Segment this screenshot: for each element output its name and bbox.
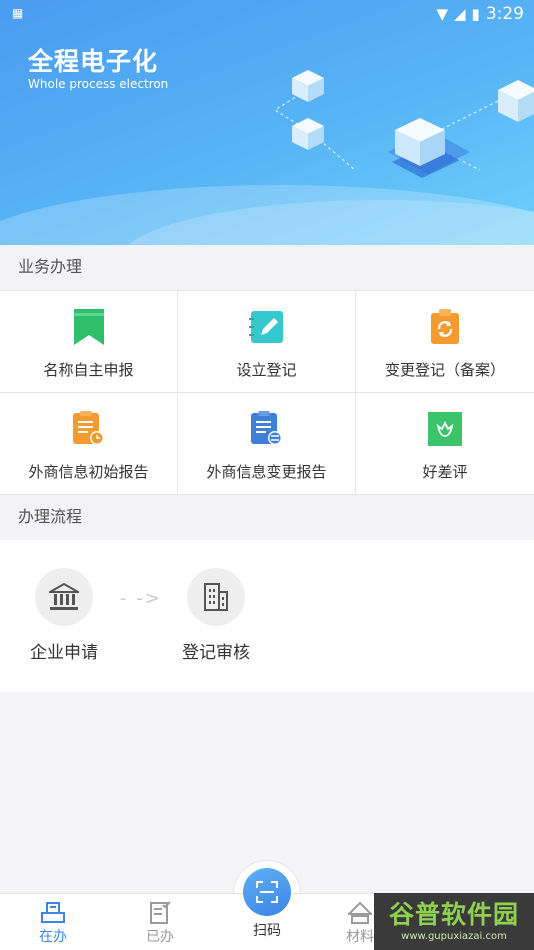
service-name-declaration[interactable]: 名称自主申报 [0,290,178,392]
process-step-review: 登记审核 [166,568,266,663]
process-step-apply: 企业申请 [14,568,114,663]
watermark-url: www.gupuxiazai.com [401,931,507,942]
service-evaluation[interactable]: 好差评 [356,392,534,494]
service-label: 设立登记 [236,361,297,379]
scan-button[interactable] [243,868,291,916]
service-foreign-initial-report[interactable]: 外商信息初始报告 [0,392,178,494]
banner-title: 全程电子化 [28,47,159,76]
watermark-logo: 谷普软件园 www.gupuxiazai.com [374,893,534,950]
notebook-pen-icon [248,309,285,345]
scan-label: 扫码 [253,923,281,939]
section-header-services: 业务办理 [0,245,534,289]
service-label: 名称自主申报 [43,361,134,379]
done-document-icon [120,900,200,926]
status-icons: ▼ ◢ ▮ 3:29 [436,4,524,24]
service-label: 外商信息变更报告 [206,463,327,481]
bank-building-icon [35,568,93,626]
in-progress-icon [13,900,93,926]
clipboard-switch-icon [249,411,285,447]
flower-badge-icon [427,411,463,447]
service-label: 变更登记（备案） [384,361,505,379]
clipboard-clock-icon [71,411,107,447]
service-label: 外商信息初始报告 [28,463,149,481]
cube-illustration [273,70,534,178]
process-step-label: 登记审核 [182,643,250,663]
nav-label: 在办 [39,929,67,945]
nav-tab-done[interactable]: 已办 [120,900,200,946]
section-header-process: 办理流程 [0,494,534,538]
signal-icon: ◢ [454,5,466,23]
clock: 3:29 [485,4,524,24]
service-foreign-change-report[interactable]: 外商信息变更报告 [178,392,356,494]
bookmark-icon [71,309,107,345]
battery-icon: ▮ [471,5,480,23]
services-grid: 名称自主申报 设立登记 变更登记（备案） 外商信息初始报告 外商信息变更报告 好… [0,290,534,494]
nav-tab-in-progress[interactable]: 在办 [13,900,93,946]
status-bar: ▦ ▼ ◢ ▮ 3:29 [0,0,534,28]
service-establishment-registration[interactable]: 设立登记 [178,290,356,392]
nav-label: 已办 [146,929,174,945]
process-arrow-icon: - -> [120,588,162,609]
process-step-label: 企业申请 [30,643,98,663]
scan-icon [256,881,278,903]
clipboard-refresh-icon [427,309,463,345]
wifi-icon: ▼ [436,5,448,23]
watermark-text: 谷普软件园 [388,900,519,929]
office-building-icon [187,568,245,626]
process-flow: 企业申请 - -> 登记审核 [0,540,534,692]
service-change-registration[interactable]: 变更登记（备案） [356,290,534,392]
banner: ▦ ▼ ◢ ▮ 3:29 全程电子化 Whole process electro… [0,0,534,245]
banner-subtitle: Whole process electron [28,77,169,91]
notification-icon: ▦ [12,6,24,20]
service-label: 好差评 [422,463,468,481]
